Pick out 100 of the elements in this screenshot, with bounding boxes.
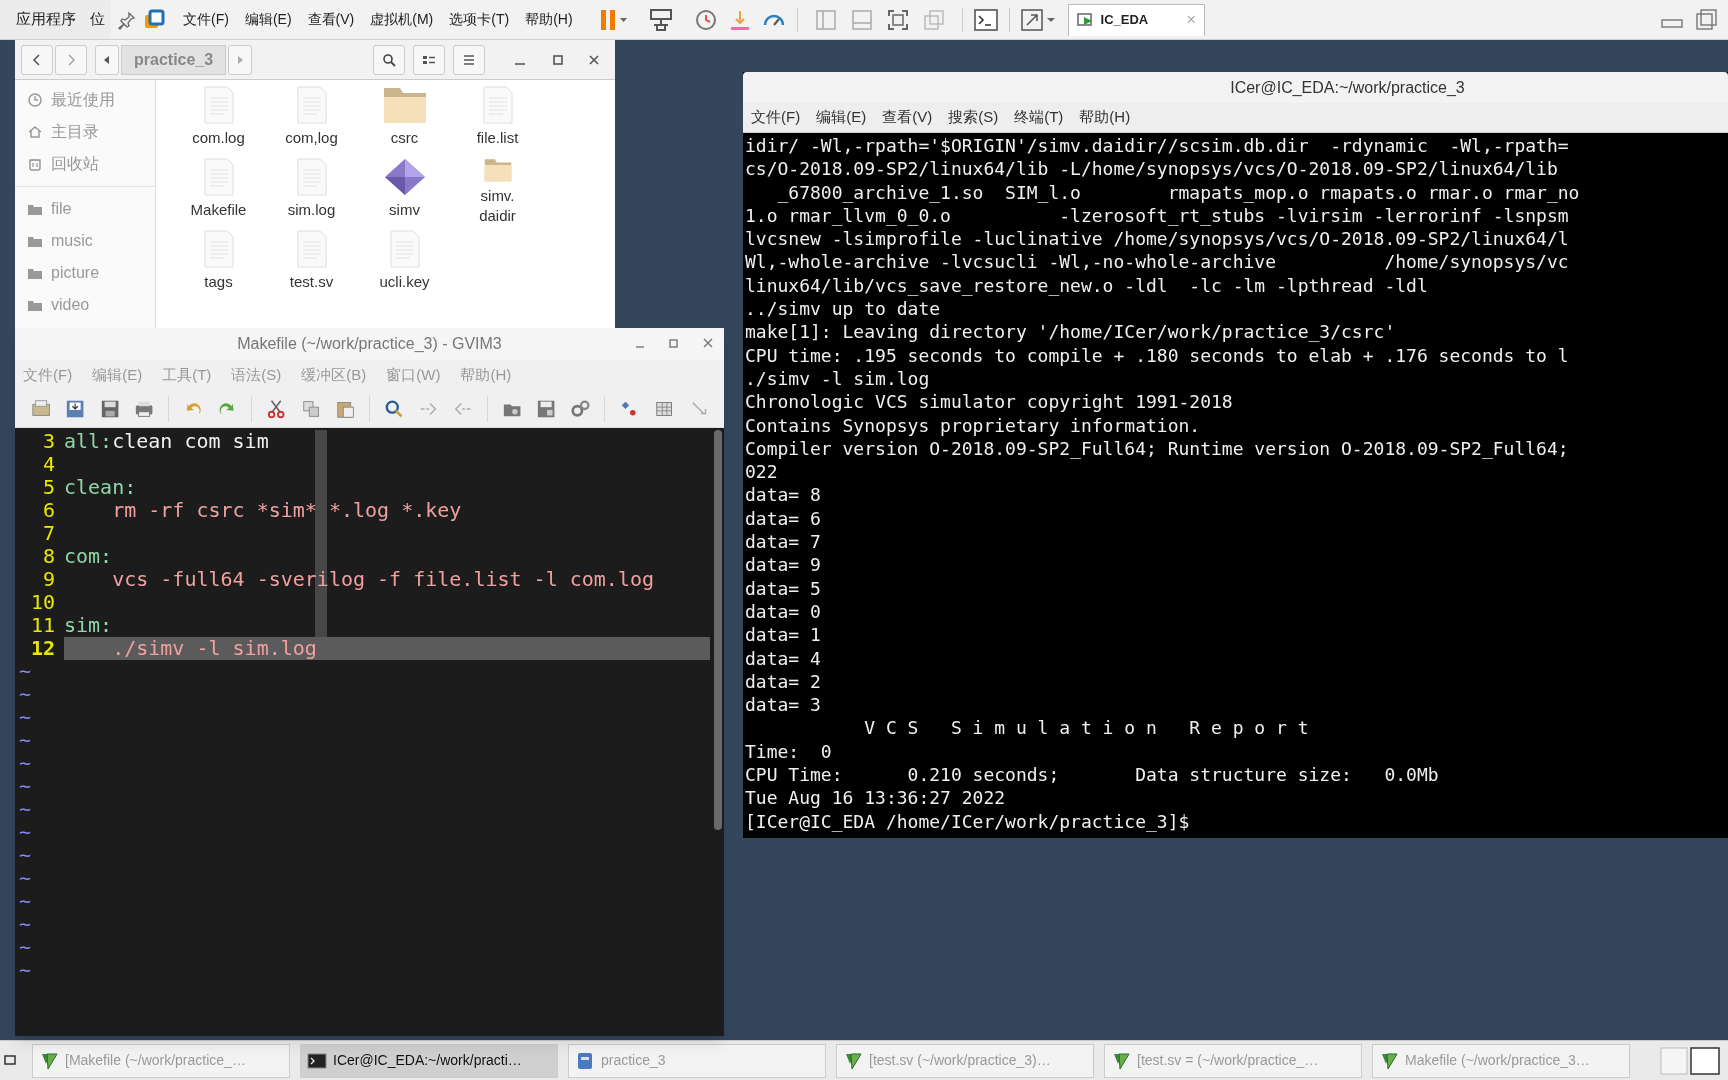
terminal-line: cs/O-2018.09-SP2/linux64/lib -L/home/synopsys/vcs/O-2018.09-SP2/linux64/lib [745, 158, 1558, 180]
terminal-line: data= 1 [745, 624, 821, 646]
empty-line-marker: ~ [19, 774, 32, 798]
empty-line-marker: ~ [19, 659, 32, 683]
line-number: 6 [41, 499, 55, 522]
file-name[interactable]: Makefile [190, 200, 247, 220]
terminal-line: V C S S i m u l a t i o n R e p o r t [863, 717, 1309, 739]
line-number: 11 [29, 614, 55, 637]
empty-line-marker: ~ [19, 958, 32, 982]
code-line: sim: [64, 614, 113, 637]
terminal-line: data= 9 [745, 554, 821, 576]
menu-icon [462, 52, 476, 67]
terminal-line: linux64/lib/vcs_save_restore_new.o -ldl -lc -lm -lpthread -ldl [745, 274, 1428, 296]
window-title: Makefile (~/work/practice_3) - GVIM3 [237, 334, 502, 354]
applications-menu[interactable]: 应用程序 [16, 8, 76, 31]
menu-item[interactable]: 文件(F) [751, 106, 801, 129]
diamond-icon[interactable] [383, 158, 426, 196]
empty-line-marker: ~ [19, 751, 32, 775]
menu-item[interactable]: 选项卡(T) [441, 9, 518, 30]
console-icon[interactable] [972, 7, 999, 32]
line-number: 10 [29, 591, 55, 614]
line-number: 9 [41, 568, 55, 591]
code-line: com: [64, 545, 113, 568]
menu-button[interactable] [453, 44, 485, 75]
empty-line-marker: ~ [19, 705, 32, 729]
sidebar-label: music [51, 231, 93, 251]
terminal-line: data= 8 [745, 484, 821, 506]
menu-item[interactable]: 编辑(E) [816, 106, 867, 129]
empty-line-marker: ~ [19, 935, 32, 959]
menu-item[interactable]: 帮助(H) [1079, 106, 1131, 129]
file-name[interactable]: tags [204, 272, 233, 292]
expand-icon[interactable] [1019, 7, 1058, 32]
file-name[interactable]: sim.log [287, 200, 336, 220]
menu-item[interactable]: 终端(T) [1014, 106, 1064, 129]
terminal-line: ./simv -l sim.log [745, 367, 930, 389]
terminal-line: Time: 0 [745, 740, 832, 762]
file-name[interactable]: com.log [192, 128, 245, 148]
terminal-line: 022 [745, 461, 778, 483]
menu-item[interactable]: 搜索(S) [948, 106, 999, 129]
file-name[interactable]: csrc [390, 128, 419, 148]
empty-line-marker: ~ [19, 912, 32, 936]
back-button[interactable] [21, 44, 53, 75]
window-title: ICer@IC_EDA:~/work/practice_3 [1230, 77, 1465, 98]
line-number: 7 [41, 522, 55, 545]
restore-window-icon[interactable] [1694, 7, 1718, 32]
menu-item[interactable]: 查看(V) [299, 9, 363, 30]
trash-icon [27, 156, 43, 172]
terminal-line: Compiler version O-2018.09-SP2_Full64; Runtime version O-2018.09-SP2_Full64; [745, 437, 1569, 459]
sidebar-label: 主目录 [51, 122, 99, 142]
fullscreen-icon[interactable] [885, 7, 910, 32]
menu-item[interactable]: 虚拟机(M) [362, 9, 442, 30]
pin-icon[interactable] [117, 9, 137, 30]
close-icon[interactable] [587, 52, 601, 67]
close-icon[interactable] [702, 336, 714, 350]
view-list-button[interactable] [413, 44, 445, 75]
file-name[interactable]: file.list [476, 128, 519, 148]
file-cabinet-icon [575, 1050, 595, 1071]
file-name[interactable]: simv. daidir [479, 186, 516, 226]
terminal-line: data= 3 [745, 694, 821, 716]
menu-item[interactable]: 编辑(E) [236, 9, 300, 30]
workspace-switcher-icon[interactable] [1660, 1045, 1720, 1076]
sidebar-label: 最近使用 [51, 90, 115, 110]
vm-tab[interactable]: IC_EDA × [1067, 3, 1205, 36]
line-number: 5 [41, 476, 55, 499]
scrollbar-thumb[interactable] [714, 430, 722, 830]
terminal-line: Chronologic VCS simulator copyright 1991-2018 [745, 391, 1233, 413]
code-line: clean: [64, 476, 137, 499]
terminal-line: data= 6 [745, 507, 821, 529]
file-name[interactable]: ucli.key [379, 272, 430, 292]
terminal-icon [307, 1050, 327, 1071]
file-name[interactable]: test.sv [289, 272, 334, 292]
menu-item[interactable]: 帮助(H) [517, 9, 581, 30]
empty-line-marker: ~ [19, 889, 32, 913]
maximize-icon[interactable] [668, 336, 680, 350]
code-line: rm -rf csrc *sim* *.log *.key [111, 499, 462, 522]
empty-line-marker: ~ [19, 866, 32, 890]
folder-icon[interactable] [382, 86, 427, 124]
line-number: 12 [29, 637, 55, 660]
taskbar-button[interactable]: ICer@IC_EDA:~/work/practi… [300, 1043, 558, 1078]
home-icon [27, 124, 43, 140]
path-right-button[interactable] [228, 44, 253, 75]
terminal-line: make[1]: Leaving directory '/home/ICer/work/practice_3/csrc' [745, 321, 1396, 343]
terminal-line: ../simv up to date [745, 298, 941, 320]
terminal-line: data= 7 [745, 531, 821, 553]
search-button[interactable] [373, 44, 405, 75]
line-number: 4 [41, 453, 55, 476]
code-line: vcs -full64 -sverilog -f file.list -l com.log [111, 568, 654, 591]
empty-line-marker: ~ [19, 843, 32, 867]
places-menu[interactable]: 位 [90, 8, 105, 31]
line-number: 3 [41, 430, 55, 453]
overlapping-squares-icon[interactable] [143, 8, 165, 31]
path-left-button[interactable] [95, 44, 119, 75]
terminal-line: data= 4 [745, 647, 821, 669]
maximize-icon[interactable] [551, 52, 565, 67]
menu-item[interactable]: 文件(F) [175, 9, 237, 30]
recent-icon [27, 92, 43, 108]
file-name[interactable]: com,log [285, 128, 338, 148]
menu-item[interactable]: 查看(V) [882, 106, 933, 129]
terminal-line: CPU time: .195 seconds to compile + .180 seconds to elab + .176 seconds to l [745, 344, 1569, 366]
file-name[interactable]: simv [389, 200, 420, 220]
